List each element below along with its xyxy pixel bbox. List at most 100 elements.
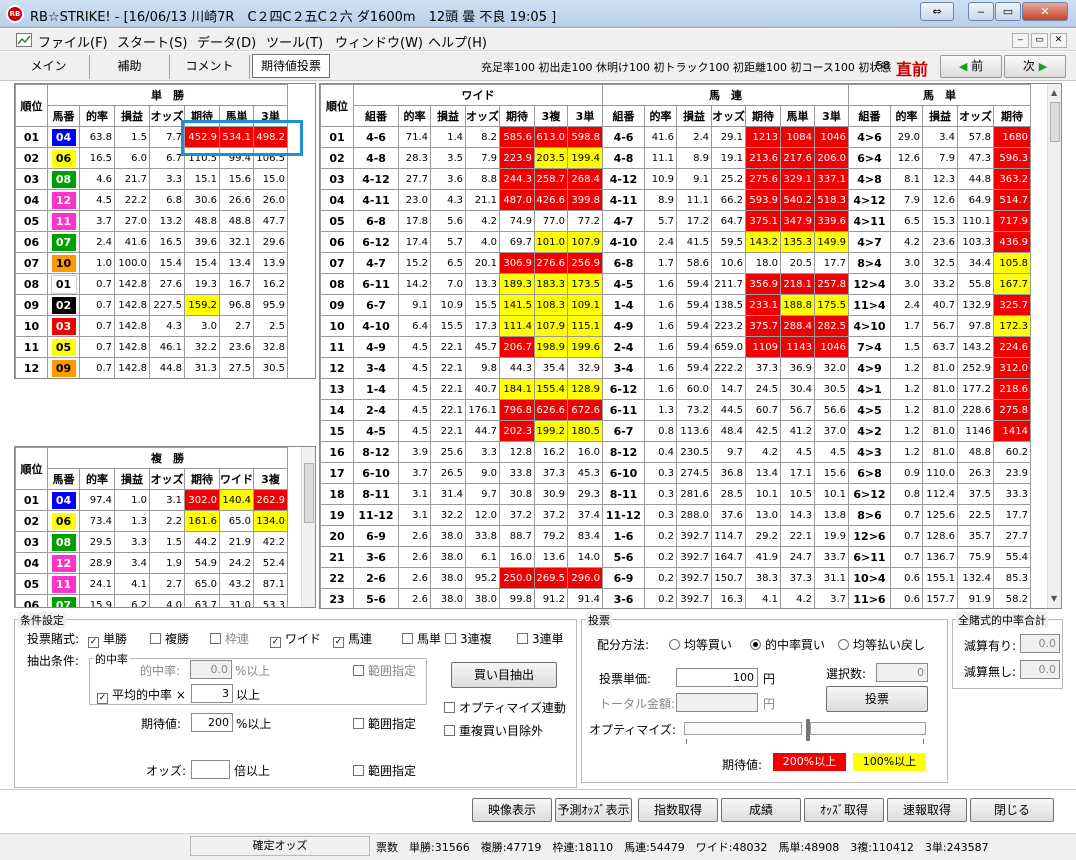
exp-range-checkbox[interactable]: 範囲指定 — [353, 715, 416, 732]
menu-data[interactable]: データ(D) — [197, 32, 256, 51]
app-icon[interactable]: RB — [6, 5, 24, 23]
combination-row[interactable]: 18 8-11 3.1 31.4 9.7 30.8 30.9 29.3 8-11 0.3 281.6… — [320, 483, 1031, 505]
bet-type-checkbox[interactable]: ✓ 単勝 — [88, 630, 127, 648]
tab-main[interactable]: メイン — [8, 55, 90, 79]
unit-price-input[interactable]: 100 — [676, 668, 758, 687]
minimize-button[interactable]: ‒ — [968, 2, 994, 21]
odds-input[interactable] — [191, 760, 230, 779]
avg-hit-checkbox[interactable]: ✓ 平均的中率 × — [97, 686, 186, 704]
fukusho-row[interactable]: 03 08 29.5 3.3 1.5 44.2 21.9 42.2 — [15, 531, 288, 553]
combination-row[interactable]: 22 2-6 2.6 38.0 95.2 250.0 269.5 296.0 6-9 0.2 392… — [320, 567, 1031, 589]
next-race-button[interactable]: 次 ▶ — [1004, 55, 1066, 78]
video-display-button[interactable]: 映像表示 — [472, 798, 552, 822]
combination-row[interactable]: 21 3-6 2.6 38.0 6.1 16.0 13.6 14.0 5-6 0.2 392.7 16… — [320, 546, 1031, 568]
tab-support[interactable]: 補助 — [90, 55, 170, 79]
forecast-odds-button[interactable]: 予測ｵｯｽﾞ表示 — [555, 798, 632, 822]
extract-button[interactable]: 買い目抽出 — [451, 662, 557, 688]
combination-row[interactable]: 08 6-11 14.2 7.0 13.3 189.3 183.3 173.5 4-5 1.6 59… — [320, 273, 1031, 295]
bet-type-checkbox[interactable]: 複勝 — [150, 630, 189, 647]
tansho-row[interactable]: 04 12 4.5 22.2 6.8 30.6 26.6 26.0 — [15, 189, 288, 211]
tab-comment[interactable]: コメント — [170, 55, 250, 79]
close-button[interactable]: ✕ — [1022, 2, 1068, 21]
menu-start[interactable]: スタート(S) — [117, 32, 187, 51]
optimize-slider-right[interactable] — [810, 722, 926, 735]
combination-row[interactable]: 10 4-10 6.4 15.5 17.3 111.4 107.9 115.1 4-9 1.6 59… — [320, 315, 1031, 337]
menu-help[interactable]: ヘルプ(H) — [428, 32, 487, 51]
combination-row[interactable]: 12 3-4 4.5 22.1 9.8 44.3 35.4 32.9 3-4 1.6 59.4 222… — [320, 357, 1031, 379]
method-radio[interactable]: 的中率買い — [750, 636, 825, 653]
fukusho-row[interactable]: 01 04 97.4 1.0 3.1 302.0 140.4 262.9 — [15, 489, 288, 511]
combination-row[interactable]: 16 8-12 3.9 25.6 3.3 12.8 16.2 16.0 8-12 0.4 230.5… — [320, 441, 1031, 463]
tansho-row[interactable]: 03 08 4.6 21.7 3.3 15.1 15.6 15.0 — [15, 168, 288, 190]
maximize-button[interactable]: ▭ — [995, 2, 1021, 21]
restore-size-button[interactable]: ⇔ — [920, 2, 954, 21]
expected-value-input[interactable]: 200 — [191, 713, 233, 732]
combination-row[interactable]: 05 6-8 17.8 5.6 4.2 74.9 77.0 77.2 4-7 5.7 17.2 64.… — [320, 210, 1031, 232]
combination-row[interactable]: 13 1-4 4.5 22.1 40.7 184.1 155.4 128.9 6-12 1.6 60… — [320, 378, 1031, 400]
combination-row[interactable]: 11 4-9 4.5 22.1 45.7 206.7 198.9 199.6 2-4 1.6 59.… — [320, 336, 1031, 358]
tansho-row[interactable]: 11 05 0.7 142.8 46.1 32.2 23.6 32.8 — [15, 336, 288, 358]
get-quick-results-button[interactable]: 速報取得 — [887, 798, 967, 822]
combination-row[interactable]: 04 4-11 23.0 4.3 21.1 487.0 426.6 399.8 4-11 8.9 1… — [320, 189, 1031, 211]
get-odds-button[interactable]: ｵｯｽﾞ取得 — [804, 798, 884, 822]
tansho-row[interactable]: 06 07 2.4 41.6 16.5 39.6 32.1 29.6 — [15, 231, 288, 253]
combination-row[interactable]: 03 4-12 27.7 3.6 8.8 244.3 258.7 268.4 4-12 10.9 9… — [320, 168, 1031, 190]
method-radio[interactable]: 均等払い戻し — [838, 636, 925, 653]
bet-type-checkbox[interactable]: ✓ ワイド — [270, 630, 321, 648]
results-button[interactable]: 成績 — [721, 798, 801, 822]
mdi-restore-button[interactable]: ▭ — [1031, 33, 1048, 48]
bet-type-checkbox[interactable]: 3連複 — [445, 630, 492, 647]
combination-row[interactable]: 06 6-12 17.4 5.7 4.0 69.7 101.0 107.9 4-10 2.4 41.… — [320, 231, 1031, 253]
optimize-slider-handle[interactable] — [806, 719, 810, 741]
scroll-thumb[interactable] — [1050, 102, 1060, 142]
avg-hit-input[interactable]: 3 — [191, 684, 233, 703]
combination-row[interactable]: 19 11-12 3.1 32.2 12.0 37.2 37.2 37.4 11-12 0.3 28… — [320, 504, 1031, 526]
combination-row[interactable]: 20 6-9 2.6 38.0 33.8 88.7 79.2 83.4 1-6 0.2 392.7 1… — [320, 525, 1031, 547]
fukusho-row[interactable]: 02 06 73.4 1.3 2.2 161.6 65.0 134.0 — [15, 510, 288, 532]
place-scrollbar[interactable] — [301, 447, 315, 607]
scroll-down-icon[interactable]: ▼ — [1051, 594, 1057, 603]
combination-row[interactable]: 02 4-8 28.3 3.5 7.9 223.9 203.5 199.4 4-8 11.1 8.9… — [320, 147, 1031, 169]
scroll-up-icon[interactable]: ▲ — [1051, 88, 1057, 97]
bet-type-checkbox[interactable]: 馬単 — [402, 630, 441, 647]
hit-rate-input[interactable]: 0.0 — [190, 660, 232, 679]
combination-row[interactable]: 14 2-4 4.5 22.1 176.1 796.8 626.6 672.6 6-11 1.3 7… — [320, 399, 1031, 421]
method-radio[interactable]: 均等買い — [669, 636, 732, 653]
tansho-row[interactable]: 07 10 1.0 100.0 15.4 15.4 13.4 13.9 — [15, 252, 288, 274]
tansho-row[interactable]: 05 11 3.7 27.0 13.2 48.8 48.8 47.7 — [15, 210, 288, 232]
close-window-button[interactable]: 閉じる — [970, 798, 1054, 822]
tansho-row[interactable]: 12 09 0.7 142.8 44.8 31.3 27.5 30.5 — [15, 357, 288, 378]
combination-row[interactable]: 23 5-6 2.6 38.0 38.0 99.8 91.2 91.4 3-6 0.2 392.7 1… — [320, 588, 1031, 608]
combination-scrollbar[interactable]: ▲ ▼ — [1047, 84, 1061, 608]
bet-type-checkbox[interactable]: ✓ 馬連 — [333, 630, 372, 648]
fukusho-row[interactable]: 06 07 15.9 6.2 4.0 63.7 31.0 53.3 — [15, 594, 288, 607]
combination-row[interactable]: 07 4-7 15.2 6.5 20.1 306.9 276.6 256.9 6-8 1.7 58.… — [320, 252, 1031, 274]
combination-row[interactable]: 01 4-6 71.4 1.4 8.2 585.6 613.0 598.8 4-6 41.6 2.4… — [320, 126, 1031, 148]
tansho-row[interactable]: 08 01 0.7 142.8 27.6 19.3 16.7 16.2 — [15, 273, 288, 295]
prev-race-button[interactable]: ◀ 前 — [940, 55, 1002, 78]
vote-button[interactable]: 投票 — [826, 686, 928, 712]
hit-range-checkbox[interactable]: 範囲指定 — [353, 662, 416, 679]
scroll-thumb[interactable] — [304, 463, 314, 523]
combination-row[interactable]: 17 6-10 3.7 26.5 9.0 33.8 37.3 45.3 6-10 0.3 274.5… — [320, 462, 1031, 484]
total-amount-input[interactable] — [676, 693, 758, 712]
menu-tools[interactable]: ツール(T) — [266, 32, 323, 51]
optimize-slider-left[interactable] — [684, 722, 802, 735]
menu-window[interactable]: ウィンドウ(W) — [335, 32, 423, 51]
odds-range-checkbox[interactable]: 範囲指定 — [353, 762, 416, 779]
tab-expected-value-vote[interactable]: 期待値投票 — [252, 54, 330, 78]
combination-row[interactable]: 15 4-5 4.5 22.1 44.7 202.3 199.2 180.5 6-7 0.8 113… — [320, 420, 1031, 442]
get-index-button[interactable]: 指数取得 — [638, 798, 718, 822]
mdi-close-button[interactable]: ✕ — [1050, 33, 1067, 48]
menu-file[interactable]: ファイル(F) — [38, 32, 108, 51]
bet-type-checkbox[interactable]: 枠連 — [210, 630, 249, 647]
tansho-row[interactable]: 10 03 0.7 142.8 4.3 3.0 2.7 2.5 — [15, 315, 288, 337]
mdi-minimize-button[interactable]: ‒ — [1012, 33, 1029, 48]
fukusho-row[interactable]: 04 12 28.9 3.4 1.9 54.9 24.2 52.4 — [15, 552, 288, 574]
fukusho-row[interactable]: 05 11 24.1 4.1 2.7 65.0 43.2 87.1 — [15, 573, 288, 595]
optimize-link-checkbox[interactable]: オプティマイズ連動 — [444, 699, 566, 716]
bet-type-checkbox[interactable]: 3連単 — [517, 630, 564, 647]
tansho-row[interactable]: 09 02 0.7 142.8 227.5 159.2 96.8 95.9 — [15, 294, 288, 316]
combination-row[interactable]: 09 6-7 9.1 10.9 15.5 141.5 108.3 109.1 1-4 1.6 59.… — [320, 294, 1031, 316]
dup-exclude-checkbox[interactable]: 重複買い目除外 — [444, 722, 543, 739]
